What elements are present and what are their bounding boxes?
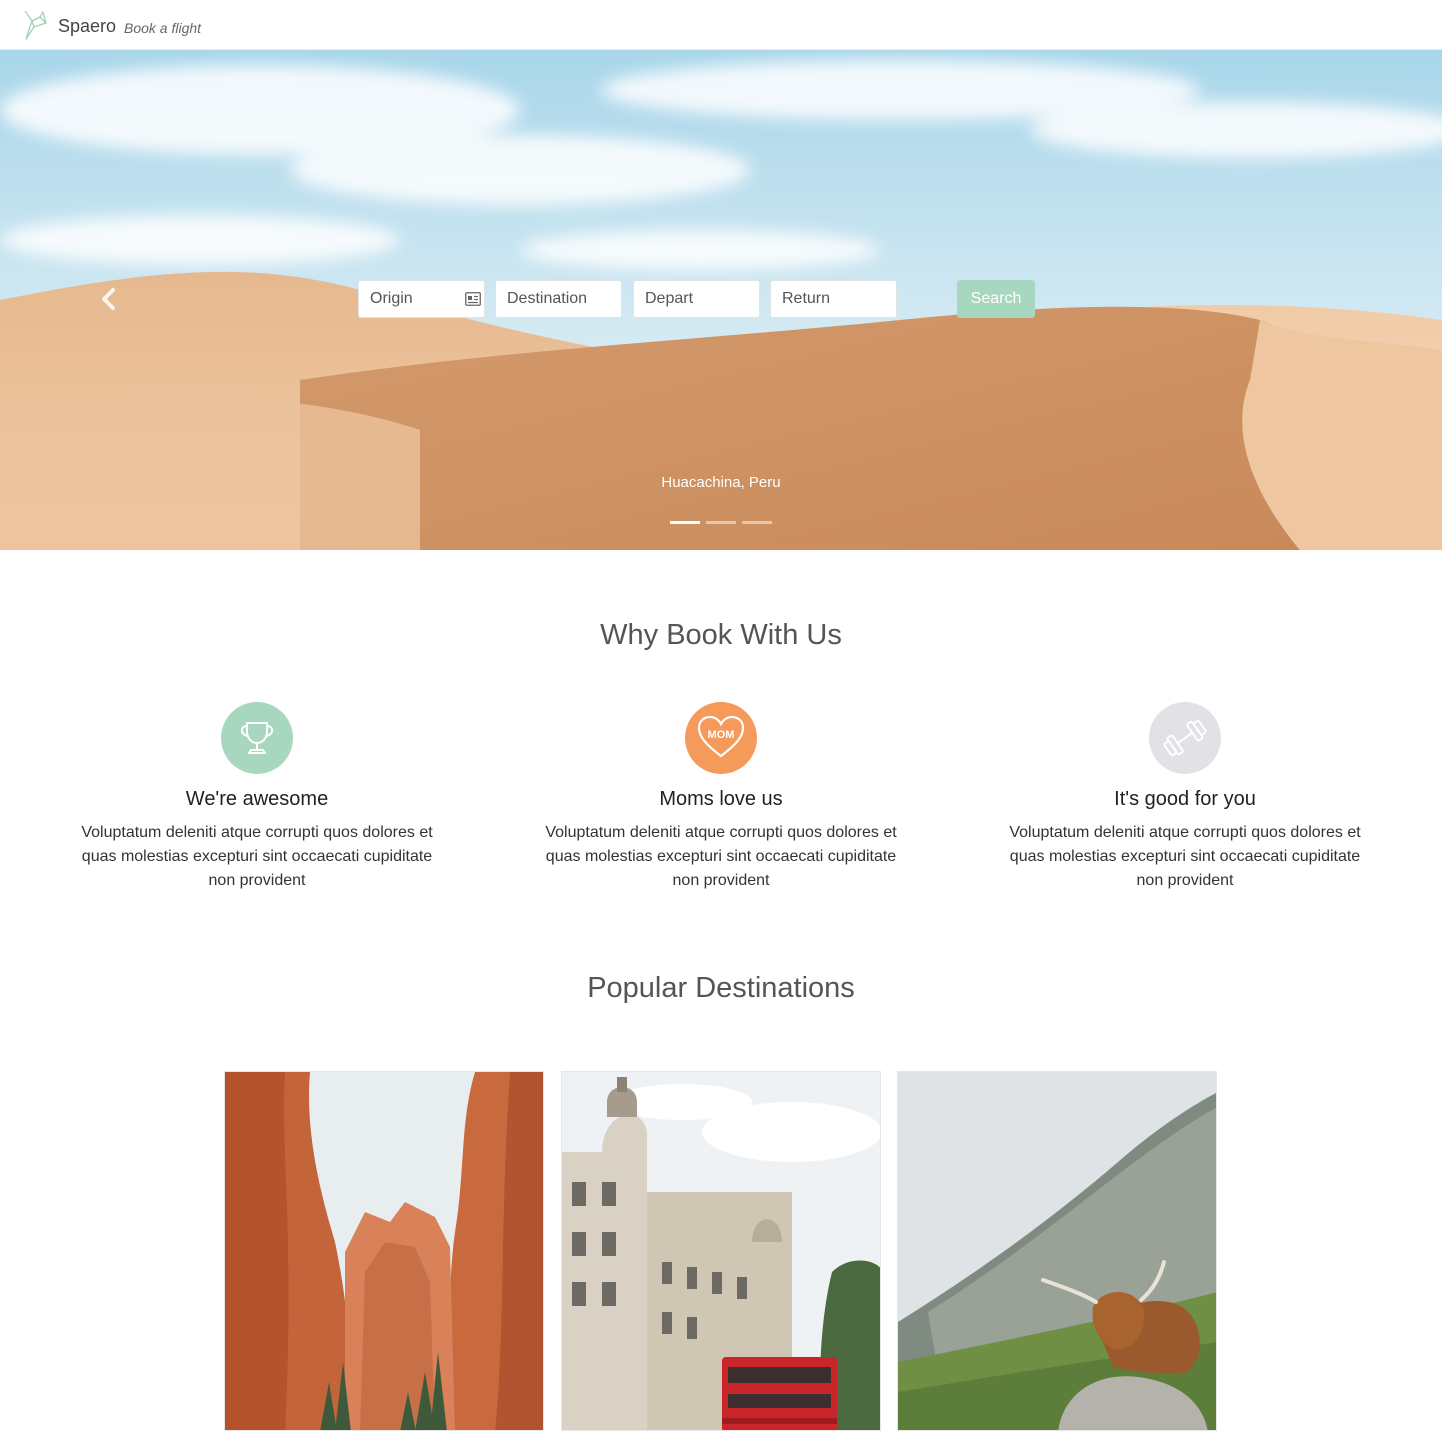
search-button[interactable]: Search bbox=[957, 280, 1035, 318]
destination-input[interactable] bbox=[496, 281, 621, 317]
feature-awesome: We're awesome Voluptatum deleniti atque … bbox=[67, 702, 447, 893]
navbar: Spaero Book a flight bbox=[0, 0, 1442, 50]
feature-good-for-you: It's good for you Voluptatum deleniti at… bbox=[995, 702, 1375, 893]
feature-heading: Moms love us bbox=[659, 788, 783, 810]
destination-card-canyon[interactable] bbox=[224, 1071, 544, 1431]
slide-caption: Huacachina, Peru bbox=[661, 474, 781, 491]
destination-field-wrapper bbox=[495, 280, 622, 318]
popular-destinations-title: Popular Destinations bbox=[587, 972, 855, 1004]
london-building-red-bus-photo bbox=[562, 1072, 880, 1430]
carousel-indicator-2[interactable] bbox=[706, 521, 736, 524]
flight-search-form: Search bbox=[0, 280, 1442, 320]
feature-text: Voluptatum deleniti atque corrupti quos … bbox=[81, 824, 433, 889]
feature-moms: MOM Moms love us Voluptatum deleniti atq… bbox=[531, 702, 911, 893]
depart-input[interactable] bbox=[634, 281, 759, 317]
brand-name[interactable]: Spaero bbox=[58, 16, 116, 37]
mom-heart-text: MOM bbox=[708, 729, 735, 741]
hero-carousel: Search Huacachina, Peru bbox=[0, 50, 1442, 550]
address-card-icon[interactable] bbox=[465, 292, 481, 306]
red-rock-canyon-photo bbox=[225, 1072, 543, 1430]
mom-heart-icon: MOM bbox=[685, 702, 757, 774]
carousel-indicator-3[interactable] bbox=[742, 521, 772, 524]
feature-text: Voluptatum deleniti atque corrupti quos … bbox=[1009, 824, 1361, 889]
brand-tagline: Book a flight bbox=[124, 20, 202, 36]
dumbbell-icon bbox=[1149, 702, 1221, 774]
highland-cow-mountain-photo bbox=[898, 1072, 1216, 1430]
feature-heading: It's good for you bbox=[1114, 788, 1256, 810]
origami-bird-icon[interactable] bbox=[22, 9, 48, 41]
destination-card-highlands[interactable] bbox=[897, 1071, 1217, 1431]
why-book-title: Why Book With Us bbox=[600, 619, 842, 651]
origin-field-wrapper bbox=[358, 280, 485, 318]
feature-heading: We're awesome bbox=[185, 788, 329, 810]
carousel-indicator-1[interactable] bbox=[670, 521, 700, 524]
carousel-indicators bbox=[0, 521, 1442, 524]
return-field-wrapper bbox=[770, 280, 897, 318]
depart-field-wrapper bbox=[633, 280, 760, 318]
trophy-icon bbox=[221, 702, 293, 774]
destination-card-london[interactable] bbox=[561, 1071, 881, 1431]
return-input[interactable] bbox=[771, 281, 896, 317]
feature-text: Voluptatum deleniti atque corrupti quos … bbox=[545, 824, 897, 889]
